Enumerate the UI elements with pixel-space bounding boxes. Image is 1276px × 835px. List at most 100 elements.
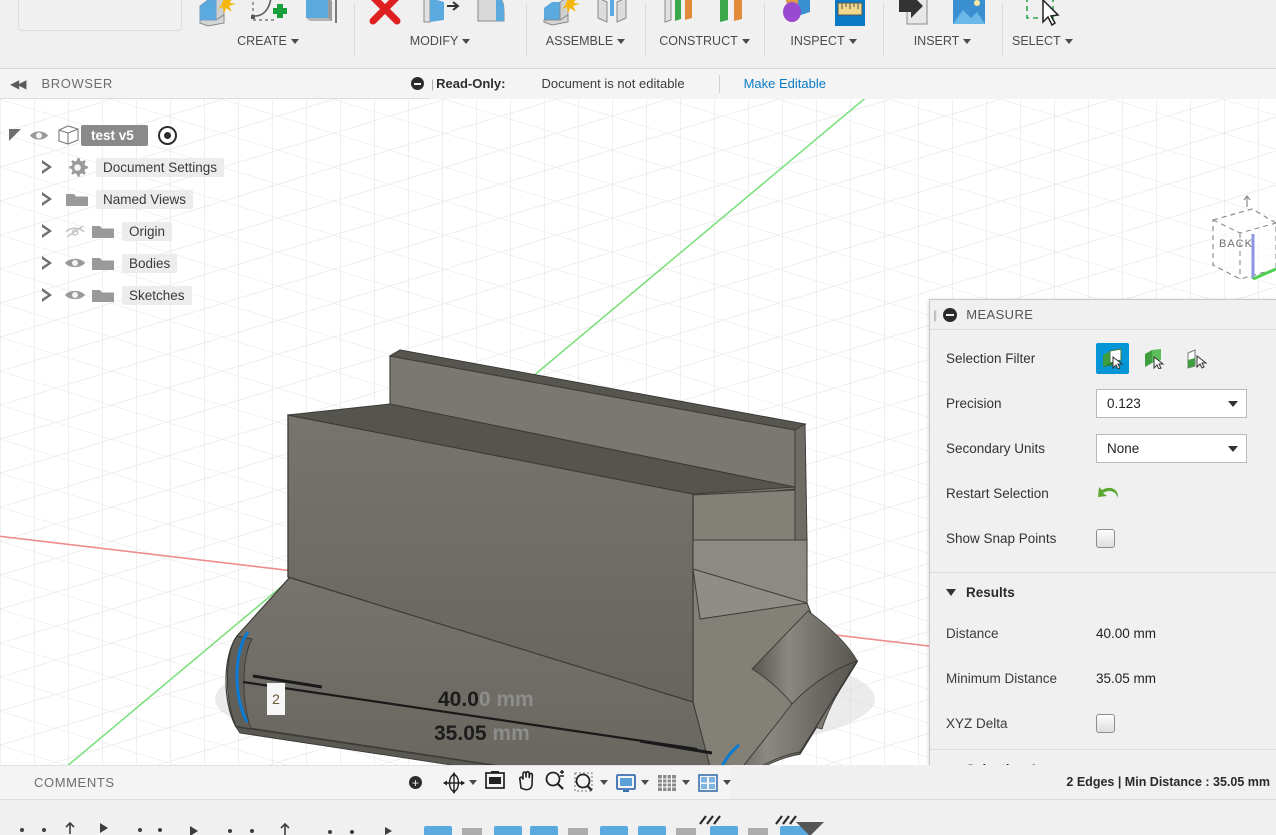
orbit-icon[interactable] xyxy=(442,771,477,795)
tree-item-bodies[interactable]: Bodies xyxy=(36,247,300,279)
zoom-window-icon[interactable] xyxy=(573,771,608,795)
make-editable-link[interactable]: Make Editable xyxy=(744,76,826,91)
select-face-icon[interactable] xyxy=(1138,343,1171,374)
offset-plane-icon[interactable] xyxy=(655,0,701,30)
secondary-units-row: Secondary Units None xyxy=(930,426,1276,471)
ribbon-group-construct: CONSTRUCT xyxy=(645,0,764,68)
expand-collapse-icon[interactable] xyxy=(4,129,26,141)
minimum-distance-label: Minimum Distance xyxy=(946,671,1096,686)
measure-dialog-body: Selection Filter xyxy=(930,330,1276,569)
expand-collapse-icon[interactable] xyxy=(36,160,58,174)
display-settings-icon[interactable] xyxy=(614,771,649,795)
xyz-delta-checkbox[interactable] xyxy=(1096,714,1115,733)
pan-icon[interactable] xyxy=(513,768,537,797)
comments-label: COMMENTS xyxy=(34,775,115,790)
plane-at-angle-icon[interactable] xyxy=(708,0,754,30)
joint-icon[interactable] xyxy=(589,0,635,30)
tree-item-origin[interactable]: Origin xyxy=(36,215,300,247)
select-cursor-icon[interactable] xyxy=(1019,0,1065,30)
ribbon-label-select[interactable]: SELECT xyxy=(1012,34,1073,48)
ribbon-label-construct[interactable]: CONSTRUCT xyxy=(659,34,749,48)
chevron-down-icon xyxy=(723,780,731,785)
fit-icon[interactable] xyxy=(483,768,507,797)
measure-dialog[interactable]: || MEASURE Selection Filter xyxy=(929,299,1276,765)
fillet-icon[interactable] xyxy=(470,0,516,30)
secondary-toolbar: ◀◀ BROWSER | Read-Only: Document is not … xyxy=(0,69,1276,99)
ribbon-label-assemble[interactable]: ASSEMBLE xyxy=(546,34,625,48)
viewports-icon[interactable] xyxy=(696,771,731,795)
view-cube-face-label: BACK xyxy=(1219,238,1253,250)
body-cube-icon xyxy=(56,124,81,146)
ribbon-label-inspect[interactable]: INSPECT xyxy=(790,34,856,48)
ribbon-group-insert: INSERT xyxy=(883,0,1002,68)
new-component-icon[interactable] xyxy=(536,0,582,30)
expand-collapse-icon[interactable] xyxy=(36,192,58,206)
tree-item-label: Document Settings xyxy=(96,158,224,177)
chevron-down-icon xyxy=(462,39,470,44)
select-edge-icon[interactable] xyxy=(1180,343,1213,374)
chevron-down-icon xyxy=(849,39,857,44)
browser-collapse-dot-icon[interactable] xyxy=(411,77,424,90)
chevron-down-icon xyxy=(600,780,608,785)
eye-visible-icon[interactable] xyxy=(26,129,52,142)
dimension-label-distance: 40.00 mm xyxy=(438,688,534,712)
minimize-icon[interactable] xyxy=(943,308,957,322)
insert-canvas-icon[interactable] xyxy=(946,0,992,30)
expand-collapse-icon[interactable] xyxy=(36,288,58,302)
chevron-down-icon xyxy=(742,39,750,44)
radio-selected-icon[interactable] xyxy=(158,126,177,145)
insert-derive-icon[interactable] xyxy=(893,0,939,30)
show-snap-points-checkbox[interactable] xyxy=(1096,529,1115,548)
precision-label: Precision xyxy=(946,396,1096,411)
eye-hidden-icon[interactable] xyxy=(62,224,88,239)
selection-badge-2[interactable]: 2 xyxy=(267,683,285,715)
chevron-down-icon xyxy=(1065,39,1073,44)
extrude-icon[interactable] xyxy=(192,0,238,30)
revolve-icon[interactable] xyxy=(298,0,344,30)
drag-grip-icon[interactable]: || xyxy=(933,308,935,322)
secondary-units-select[interactable]: None xyxy=(1096,434,1247,463)
measure-icon[interactable] xyxy=(827,0,873,30)
result-row-xyz-delta: XYZ Delta xyxy=(930,701,1276,746)
measure-dialog-header[interactable]: || MEASURE xyxy=(930,300,1276,330)
tree-item-test-v5[interactable]: test v5 xyxy=(4,119,300,151)
zoom-icon[interactable] xyxy=(543,768,567,797)
press-pull-icon[interactable] xyxy=(417,0,463,30)
ribbon-label-modify[interactable]: MODIFY xyxy=(410,34,471,48)
selection-filter-group xyxy=(1096,343,1213,374)
select-body-icon[interactable] xyxy=(1096,343,1129,374)
chevron-down-icon xyxy=(469,780,477,785)
tree-item-named-views[interactable]: Named Views xyxy=(36,183,300,215)
timeline-bar[interactable] xyxy=(0,799,1276,835)
interference-icon[interactable] xyxy=(774,0,820,30)
chevron-down-icon xyxy=(946,589,956,596)
grid-snap-icon[interactable] xyxy=(655,771,690,795)
selection-section-header[interactable]: Selection 1 xyxy=(930,750,1276,765)
expand-collapse-icon[interactable] xyxy=(36,224,58,238)
undo-arrow-icon[interactable] xyxy=(1096,483,1121,505)
eye-visible-icon[interactable] xyxy=(62,288,88,302)
show-snap-points-row: Show Snap Points xyxy=(930,516,1276,561)
navigation-toolbar xyxy=(430,765,731,800)
readonly-banner: | Read-Only: Document is not editable Ma… xyxy=(430,69,1276,100)
tree-item-sketches[interactable]: Sketches xyxy=(36,279,300,311)
design-workspace-selector[interactable]: DESIGN xyxy=(18,0,182,31)
precision-select[interactable]: 0.123 xyxy=(1096,389,1247,418)
fusion360-window: DESIGN xyxy=(0,0,1276,835)
collapse-left-icon[interactable]: ◀◀ xyxy=(10,77,24,91)
tree-item-label: Named Views xyxy=(96,190,193,209)
distance-label: Distance xyxy=(946,626,1096,641)
create-sketch-icon[interactable] xyxy=(245,0,291,30)
delete-icon[interactable] xyxy=(364,0,410,30)
ribbon-group-inspect: INSPECT xyxy=(764,0,883,68)
folder-icon xyxy=(90,254,116,272)
expand-collapse-icon[interactable] xyxy=(36,256,58,270)
viewport-canvas[interactable]: BACK 40.00 mm 35.05 mm 2 1 xyxy=(0,99,1276,765)
ribbon-label-insert[interactable]: INSERT xyxy=(914,34,972,48)
comments-panel[interactable]: COMMENTS + xyxy=(0,765,430,799)
tree-item-document-settings[interactable]: Document Settings xyxy=(36,151,300,183)
add-comment-icon[interactable]: + xyxy=(409,776,422,789)
results-section-header[interactable]: Results xyxy=(930,573,1276,611)
ribbon-label-create[interactable]: CREATE xyxy=(237,34,299,48)
eye-visible-icon[interactable] xyxy=(62,256,88,270)
